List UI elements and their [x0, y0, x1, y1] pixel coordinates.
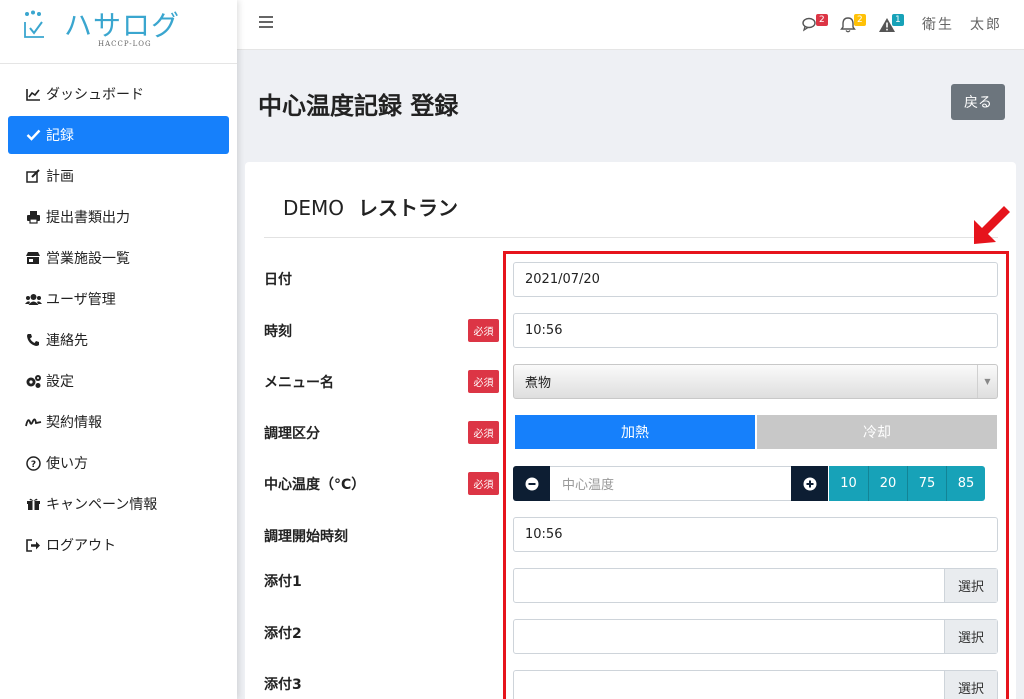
logo-icon [24, 10, 44, 38]
chart-line-icon [24, 86, 42, 102]
sidebar-item-label: 契約情報 [46, 415, 102, 431]
required-badge: 必須 [468, 370, 499, 393]
sidebar-item-label: ログアウト [46, 538, 116, 554]
sidebar-item-settings[interactable]: 設定 [8, 362, 229, 400]
svg-text:?: ? [30, 460, 35, 470]
cogs-icon [24, 373, 42, 389]
edit-icon [24, 168, 42, 184]
center-temp-label: 中心温度（°C） [264, 477, 366, 493]
notifications-badge: 2 [854, 14, 866, 26]
divider [264, 237, 998, 238]
sidebar-item-label: 設定 [46, 374, 74, 390]
messages-badge: 2 [816, 14, 828, 26]
time-label: 時刻 [264, 324, 292, 340]
sign-out-icon [24, 537, 42, 553]
attachment-2-label: 添付2 [264, 626, 302, 642]
sidebar-item-label: 記録 [46, 128, 74, 144]
sidebar-item-label: キャンペーン情報 [46, 497, 158, 513]
sidebar-item-export[interactable]: 提出書類出力 [8, 198, 229, 236]
hamburger-menu-icon[interactable] [259, 16, 273, 28]
notifications-button[interactable]: 2 [840, 13, 866, 35]
sidebar-item-campaign[interactable]: キャンペーン情報 [8, 485, 229, 523]
store-icon [24, 250, 42, 266]
start-time-label: 調理開始時刻 [264, 529, 348, 545]
question-circle-icon: ? [24, 455, 42, 471]
sidebar-item-label: 提出書類出力 [46, 210, 130, 226]
signature-icon [24, 414, 42, 430]
cook-type-label: 調理区分 [264, 426, 320, 442]
topbar-icons: 2 2 1 衛生 太郎 [802, 12, 1002, 36]
check-icon [24, 127, 42, 143]
sidebar-item-label: 計画 [46, 169, 74, 185]
sidebar-item-facilities[interactable]: 営業施設一覧 [8, 239, 229, 277]
logo[interactable]: ハサログ HACCP-LOG [0, 0, 237, 64]
alerts-badge: 1 [892, 14, 904, 26]
user-name[interactable]: 衛生 太郎 [922, 14, 1002, 34]
attachment-3-label: 添付3 [264, 677, 302, 693]
back-button[interactable]: 戻る [951, 84, 1005, 120]
messages-button[interactable]: 2 [802, 13, 828, 35]
required-badge: 必須 [468, 472, 499, 495]
sidebar-nav: ダッシュボード 記録 計画 提出書類出力 営業施設一覧 ユーザ管理 連絡先 設定… [0, 64, 237, 564]
sidebar-item-label: 連絡先 [46, 333, 88, 349]
sidebar-item-dashboard[interactable]: ダッシュボード [8, 75, 229, 113]
sidebar-item-records[interactable]: 記録 [8, 116, 229, 154]
phone-icon [24, 332, 42, 348]
restaurant-heading: DEMO レストラン [283, 192, 458, 221]
gift-icon [24, 496, 42, 512]
sidebar-item-contract[interactable]: 契約情報 [8, 403, 229, 441]
sidebar: ハサログ HACCP-LOG ダッシュボード 記録 計画 提出書類出力 営業施設… [0, 0, 237, 699]
required-badge: 必須 [468, 319, 499, 342]
sidebar-item-logout[interactable]: ログアウト [8, 526, 229, 564]
sidebar-item-contacts[interactable]: 連絡先 [8, 321, 229, 359]
highlight-box [503, 251, 1009, 699]
topbar: 2 2 1 衛生 太郎 [237, 0, 1024, 50]
required-badge: 必須 [468, 421, 499, 444]
sidebar-item-label: ダッシュボード [46, 87, 144, 103]
menu-label: メニュー名 [264, 375, 334, 391]
sidebar-item-label: 使い方 [46, 456, 88, 472]
date-label: 日付 [264, 272, 292, 288]
attachment-1-label: 添付1 [264, 574, 302, 590]
sidebar-item-help[interactable]: ? 使い方 [8, 444, 229, 482]
alerts-button[interactable]: 1 [878, 13, 904, 35]
app-name: ハサログ [64, 9, 181, 42]
print-icon [24, 209, 42, 225]
restaurant-name: レストラン [358, 196, 459, 220]
restaurant-prefix: DEMO [283, 196, 345, 220]
app-subtitle: HACCP-LOG [98, 40, 152, 48]
page-title: 中心温度記録 登録 [258, 92, 459, 120]
sidebar-item-label: 営業施設一覧 [46, 251, 130, 267]
sidebar-item-label: ユーザ管理 [46, 292, 116, 308]
users-icon [24, 291, 42, 307]
arrow-icon [974, 206, 1010, 244]
sidebar-item-plans[interactable]: 計画 [8, 157, 229, 195]
sidebar-item-users[interactable]: ユーザ管理 [8, 280, 229, 318]
